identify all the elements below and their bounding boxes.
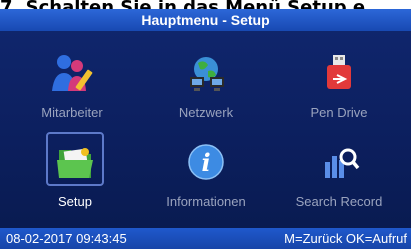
menu-item-netzwerk[interactable]: Netzwerk <box>146 45 266 125</box>
key-hint: M=Zurück OK=Aufruf <box>284 231 407 246</box>
datetime-display: 08-02-2017 09:43:45 <box>6 231 127 246</box>
svg-text:i: i <box>201 148 210 177</box>
menu-title: Hauptmenu - Setup <box>0 9 411 31</box>
menu-item-label: Pen Drive <box>310 105 368 120</box>
menu-item-search-record[interactable]: Search Record <box>279 134 399 214</box>
menu-item-label: Netzwerk <box>178 105 234 120</box>
menu-item-label: Setup <box>58 194 92 209</box>
info-icon: i <box>182 140 230 184</box>
menu-item-label: Informationen <box>166 194 246 209</box>
status-bar: 08-02-2017 09:43:45 M=Zurück OK=Aufruf <box>0 228 411 249</box>
menu-item-setup[interactable]: Setup <box>15 134 135 214</box>
menu-item-label: Mitarbeiter <box>41 105 103 120</box>
menu-item-pen-drive[interactable]: Pen Drive <box>279 45 399 125</box>
search-record-icon <box>315 140 363 184</box>
network-icon <box>182 51 230 95</box>
menu-item-label: Search Record <box>295 194 383 209</box>
folder-icon <box>51 140 99 184</box>
employees-icon <box>48 51 96 95</box>
menu-item-informationen[interactable]: i Informationen <box>146 134 266 214</box>
menu-item-mitarbeiter[interactable]: Mitarbeiter <box>12 45 132 125</box>
usb-drive-icon <box>315 51 363 95</box>
device-screen: Hauptmenu - Setup Mitarbeiter Netzwerk P… <box>0 9 411 249</box>
